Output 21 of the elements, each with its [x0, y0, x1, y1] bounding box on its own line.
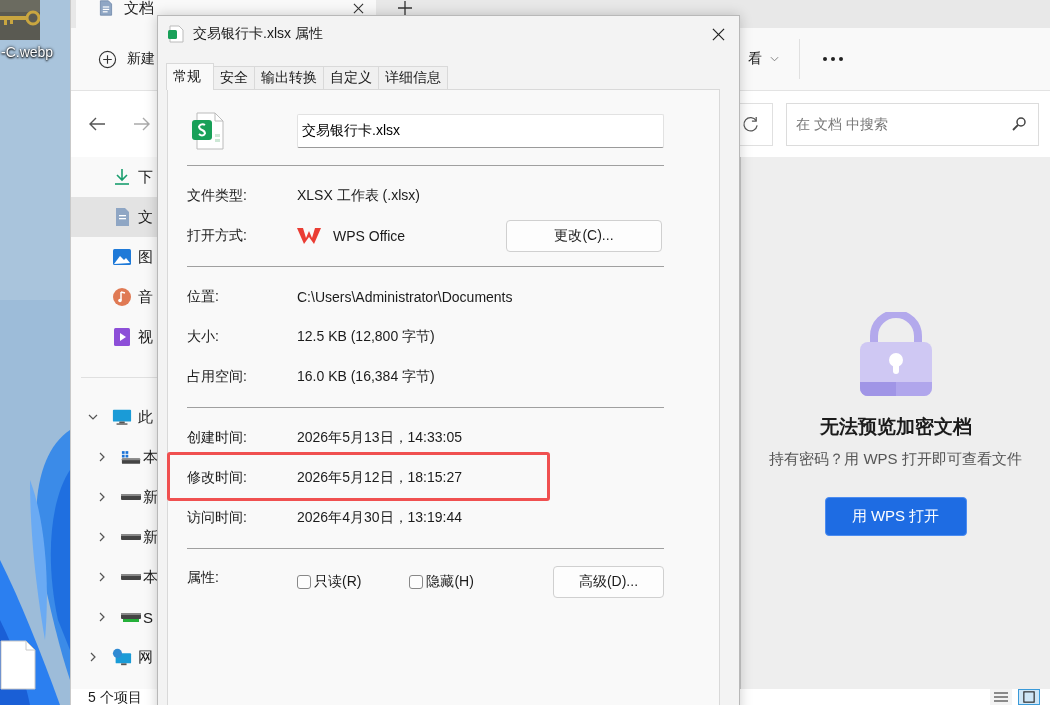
property-value: 2026年4月30日，13:19:44	[297, 509, 462, 527]
property-label: 创建时间:	[187, 429, 248, 447]
property-label: 文件类型:	[187, 187, 248, 205]
property-label: 修改时间:	[187, 469, 248, 487]
property-label: 打开方式:	[187, 227, 248, 245]
property-label: 占用空间:	[187, 368, 248, 386]
item-count: 5 个项目	[88, 689, 142, 705]
property-value: C:\Users\Administrator\Documents	[297, 289, 513, 305]
property-label: 大小:	[187, 328, 220, 346]
property-value: 16.0 KB (16,384 字节)	[297, 368, 435, 386]
property-value: 2026年5月13日，14:33:05	[297, 429, 462, 447]
property-label: 访问时间:	[187, 509, 248, 527]
dialog-title: 交易银行卡.xlsx 属性	[193, 25, 323, 43]
app-name: WPS Office	[333, 228, 406, 244]
preview-title: 无法预览加密文档	[819, 415, 972, 439]
property-label: 位置:	[187, 288, 220, 306]
property-value: 2026年5月12日，18:15:27	[297, 469, 462, 487]
preview-message: 持有密码？用 WPS 打开即可查看文件	[769, 450, 1022, 469]
property-value: 12.5 KB (12,800 字节)	[297, 328, 435, 346]
property-value: XLSX 工作表 (.xlsx)	[297, 187, 420, 205]
property-label: 属性:	[187, 569, 220, 587]
